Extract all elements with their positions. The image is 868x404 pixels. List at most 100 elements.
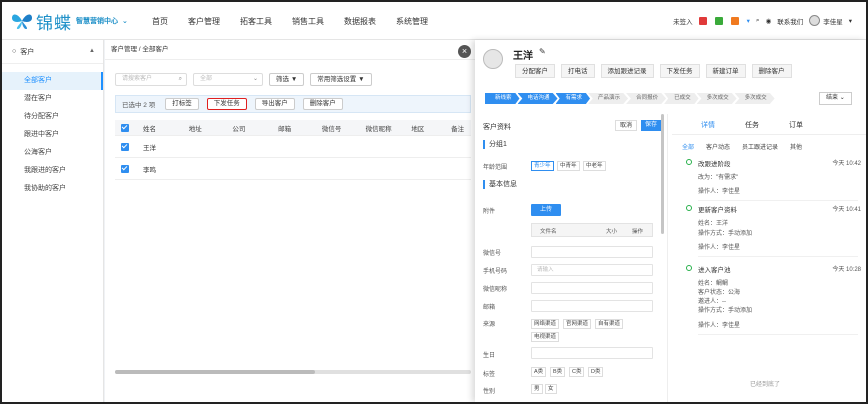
save-button[interactable]: 保存 [641,120,662,131]
birthday-field[interactable] [531,347,653,359]
source-option[interactable]: 官网渠道 [563,319,592,329]
tag-option[interactable]: C类 [569,367,585,377]
tab-details[interactable]: 详情 [686,120,730,135]
sidebar-item-potential[interactable]: 潜在客户 [2,90,103,108]
nav-system[interactable]: 系统管理 [396,16,428,27]
common-filter-button[interactable]: 常用筛选设置 ▼ [310,73,372,86]
scrollbar-thumb[interactable] [115,370,315,374]
main-nav: 首页 客户管理 拓客工具 销售工具 数据报表 系统管理 [152,16,448,27]
stage-item[interactable]: 有需求 [555,93,591,104]
wechat-nick-field[interactable] [531,282,653,294]
sidebar-item-all[interactable]: 全部客户 [2,72,103,90]
chevron-up-icon[interactable]: ▲ [89,48,95,54]
cancel-button[interactable]: 取消 [615,120,638,131]
select-all-checkbox[interactable] [121,123,129,132]
search-icon[interactable]: ⌕ [756,17,760,25]
assign-customer-button[interactable]: 分配客户 [515,64,555,78]
scope-select[interactable]: 全部 ⌄ [193,73,263,86]
panel-header: 王洋 ✎ 分配客户 打电话 添加跟进记录 下发任务 新建订单 删除客户 [475,40,866,86]
nav-sales-tools[interactable]: 销售工具 [292,16,324,27]
sidebar-header[interactable]: ○ 客户 ▲ [2,40,103,64]
subtab-customer-activity[interactable]: 客户动态 [706,142,730,151]
green-app-icon[interactable] [714,16,723,25]
age-option[interactable]: 中青年 [557,161,580,171]
user-name[interactable]: 李佳星 [823,16,843,26]
sidebar-item-public[interactable]: 公海客户 [2,144,103,162]
customer-table: 姓名 地址 公司 邮箱 微信号 微信昵称 地区 备注 王洋 李鸣 [115,120,471,180]
tag-option[interactable]: D类 [588,367,604,377]
orange-app-icon[interactable] [730,16,739,25]
assign-task-button[interactable]: 下发任务 [206,98,247,110]
stage-item[interactable]: 多次成交 [734,93,775,104]
source-option[interactable]: 电视渠道 [531,332,560,342]
table-row[interactable]: 王洋 [115,136,471,158]
stage-item[interactable]: 已成交 [664,93,699,104]
sidebar: ○ 客户 ▲ 全部客户 潜在客户 待分配客户 跟进中客户 公海客户 我跟进的客户… [2,40,104,402]
subtab-staff-followup[interactable]: 员工跟进记录 [742,142,778,151]
delete-customer-button[interactable]: 删除客户 [751,64,792,78]
age-option[interactable]: 青少年 [531,161,554,171]
basic-info-heading: 基本信息 [483,180,517,189]
horizontal-scrollbar[interactable] [115,370,471,374]
source-option[interactable]: 自有渠道 [595,319,624,329]
tab-tasks[interactable]: 任务 [730,120,774,135]
row-checkbox[interactable] [121,164,129,173]
chevron-down-icon[interactable]: ▾ [849,17,852,25]
nav-home[interactable]: 首页 [152,16,168,27]
sidebar-item-unassigned[interactable]: 待分配客户 [2,108,103,126]
gender-option[interactable]: 男 [531,384,543,394]
contact-link[interactable]: 联系我们 [777,16,803,26]
wechat-field[interactable] [531,246,653,258]
close-icon[interactable]: × [458,45,471,58]
email-field[interactable] [531,300,653,312]
attach-label: 附件 [483,209,496,215]
nav-customers[interactable]: 客户管理 [188,16,220,27]
assign-task-button[interactable]: 下发任务 [659,64,700,78]
red-app-icon[interactable] [698,16,707,25]
pencil-icon[interactable]: ✎ [539,47,546,56]
stage-item[interactable]: 产品演示 [588,93,629,104]
nav-prospect-tools[interactable]: 拓客工具 [240,16,272,27]
stage-item[interactable]: 多次成交 [696,93,737,104]
tab-orders[interactable]: 订单 [774,120,818,135]
age-label: 年龄范围 [483,165,508,171]
row-checkbox[interactable] [121,142,129,151]
phone-field[interactable]: 请输入 [531,264,653,276]
upload-button[interactable]: 上传 [531,204,561,216]
call-button[interactable]: 打电话 [561,64,595,78]
subtab-other[interactable]: 其他 [790,142,802,151]
tag-option[interactable]: A类 [531,367,547,377]
add-followup-button[interactable]: 添加跟进记录 [600,64,654,78]
chevron-down-icon[interactable]: ⌄ [122,17,128,25]
search-input[interactable]: 请搜索客户 ⌕ [115,73,187,86]
row-name[interactable]: 王洋 [143,142,156,152]
new-order-button[interactable]: 新建订单 [705,64,746,78]
stage-item[interactable]: 电话沟通 [517,93,558,104]
user-avatar[interactable] [809,15,821,26]
logo[interactable]: 锦蝶 智慧营销中心 ⌄ [10,10,128,34]
source-option[interactable]: 网络渠道 [531,319,560,329]
stage-item[interactable]: 新线索 [485,93,520,104]
tag-option[interactable]: B类 [550,367,566,377]
sidebar-item-following[interactable]: 跟进中客户 [2,126,103,144]
dropdown-icon[interactable]: ▾ [747,17,750,25]
row-name[interactable]: 李鸣 [143,164,156,174]
search-icon[interactable]: ⌕ [179,74,182,85]
export-button[interactable]: 导出客户 [254,98,295,110]
sidebar-item-assisting[interactable]: 我协助的客户 [2,180,103,198]
subtab-all[interactable]: 全部 [682,142,694,151]
nav-reports[interactable]: 数据报表 [344,16,376,27]
age-option[interactable]: 中老年 [583,161,606,171]
col-region: 地区 [411,125,425,133]
delete-button[interactable]: 删除客户 [302,98,343,110]
activity-section: 详情 任务 订单 全部 客户动态 员工跟进记录 其他 改跟进阶段 今天 10:4… [672,114,866,402]
stage-item[interactable]: 合同报价 [626,93,667,104]
tag-button[interactable]: 打标签 [165,98,199,110]
table-row[interactable]: 李鸣 [115,158,471,180]
gender-option[interactable]: 女 [545,384,557,394]
form-scrollbar[interactable] [661,114,664,234]
search-placeholder: 请搜索客户 [122,76,153,82]
filter-button[interactable]: 筛选 ▼ [269,73,305,86]
end-button[interactable]: 结束 ⌄ [819,92,852,105]
sidebar-item-mine[interactable]: 我跟进的客户 [2,162,103,180]
